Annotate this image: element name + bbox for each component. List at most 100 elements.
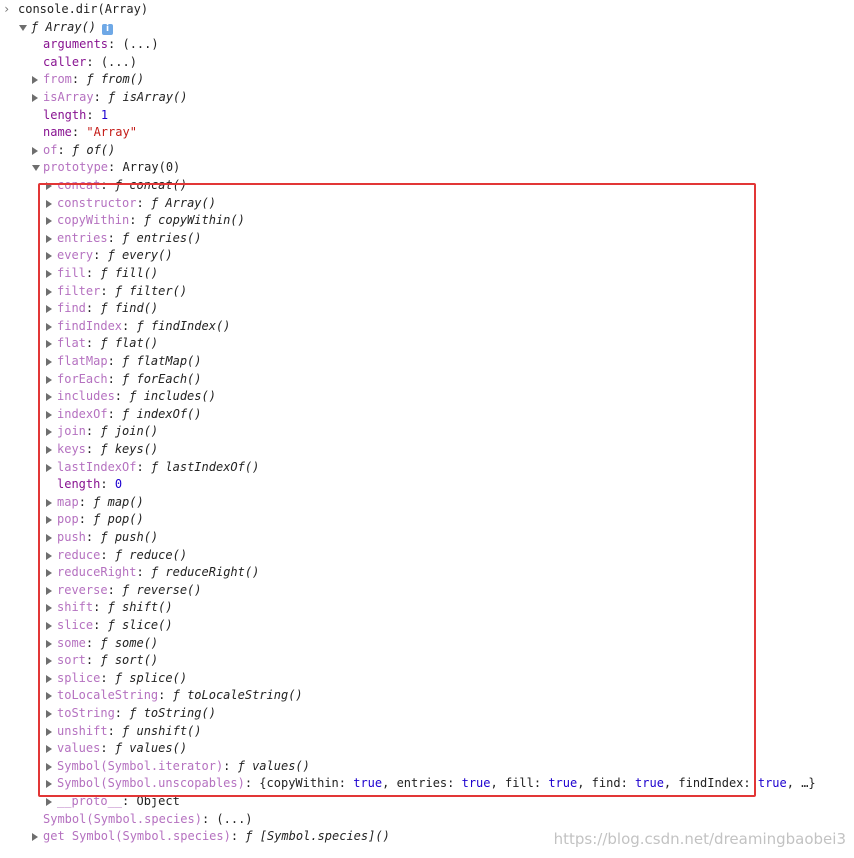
prototype-prop-includes-row[interactable]: includes: ƒ includes() (0, 388, 854, 406)
caret-right-icon[interactable] (32, 76, 38, 85)
top-prop-from-row[interactable]: from: ƒ from() (0, 71, 854, 89)
property-key: Symbol(Symbol.species) (43, 811, 202, 826)
caret-right-icon[interactable] (46, 393, 52, 402)
console-prompt-line: › console.dir(Array) (0, 1, 854, 19)
function-glyph: ƒ (93, 512, 108, 527)
caret-right-icon[interactable] (46, 604, 52, 613)
caret-right-icon[interactable] (46, 322, 52, 331)
prototype-prop-pop-row[interactable]: pop: ƒ pop() (0, 511, 854, 529)
prototype-prop-shift-row[interactable]: shift: ƒ shift() (0, 599, 854, 617)
function-glyph: ƒ (122, 371, 137, 386)
caret-right-icon[interactable] (46, 305, 52, 314)
prototype-prop-concat-row[interactable]: concat: ƒ concat() (0, 177, 854, 195)
prototype-prop-reduce-row[interactable]: reduce: ƒ reduce() (0, 547, 854, 565)
prototype-prop-reduceRight-content: reduceRight: ƒ reduceRight() (57, 564, 259, 582)
prototype-prop-slice-row[interactable]: slice: ƒ slice() (0, 617, 854, 635)
caret-right-icon[interactable] (46, 428, 52, 437)
prototype-prop-toLocaleString-row[interactable]: toLocaleString: ƒ toLocaleString() (0, 687, 854, 705)
object-preview-part: , entries: (382, 776, 462, 791)
caret-right-icon[interactable] (46, 463, 52, 472)
prototype-prop-forEach-row[interactable]: forEach: ƒ forEach() (0, 371, 854, 389)
caret-right-icon[interactable] (46, 358, 52, 366)
prototype-prop-reverse-row[interactable]: reverse: ƒ reverse() (0, 582, 854, 600)
prototype-prop-copyWithin-row[interactable]: copyWithin: ƒ copyWithin() (0, 212, 854, 230)
prototype-prop-every-row[interactable]: every: ƒ every() (0, 247, 854, 265)
top-prop-prototype-row[interactable]: prototype: Array(0) (0, 159, 854, 177)
prototype-prop-some-row[interactable]: some: ƒ some() (0, 635, 854, 653)
prototype-prop-constructor-row[interactable]: constructor: ƒ Array() (0, 195, 854, 213)
caret-right-icon[interactable] (46, 446, 52, 454)
property-key: push (57, 530, 86, 544)
tree-root-array[interactable]: ƒ Array() i (0, 19, 854, 37)
prototype-prop-filter-row[interactable]: filter: ƒ filter() (0, 283, 854, 301)
caret-right-icon[interactable] (46, 674, 52, 683)
top-prop-isArray-row[interactable]: isArray: ƒ isArray() (0, 89, 854, 107)
function-glyph: ƒ (93, 494, 108, 509)
prototype-prop-lastIndexOf-row[interactable]: lastIndexOf: ƒ lastIndexOf() (0, 459, 854, 477)
caret-right-icon[interactable] (46, 375, 52, 384)
prototype-prop-push-row[interactable]: push: ƒ push() (0, 529, 854, 547)
caret-right-icon[interactable] (32, 833, 38, 842)
prototype-prop-keys-row[interactable]: keys: ƒ keys() (0, 441, 854, 459)
caret-right-icon[interactable] (46, 234, 52, 243)
caret-right-icon[interactable] (46, 410, 52, 419)
caret-right-icon[interactable] (46, 534, 52, 542)
prototype-prop-join-row[interactable]: join: ƒ join() (0, 423, 854, 441)
caret-right-icon[interactable] (46, 727, 52, 736)
prototype-prop-reduceRight-row[interactable]: reduceRight: ƒ reduceRight() (0, 564, 854, 582)
object-preview-part: true (461, 776, 491, 791)
caret-right-icon[interactable] (46, 551, 52, 560)
prototype-prop---proto---row[interactable]: __proto__: Object (0, 793, 854, 811)
prototype-prop-find-row[interactable]: find: ƒ find() (0, 300, 854, 318)
caret-right-icon[interactable] (46, 710, 52, 718)
caret-right-icon[interactable] (46, 586, 52, 595)
caret-down-icon[interactable] (19, 24, 27, 31)
caret-right-icon[interactable] (46, 745, 52, 754)
prototype-prop-flatMap-row[interactable]: flatMap: ƒ flatMap() (0, 353, 854, 371)
caret-right-icon[interactable] (46, 692, 52, 701)
caret-right-icon[interactable] (46, 498, 52, 507)
top-prop-of-row[interactable]: of: ƒ of() (0, 142, 854, 160)
caret-right-icon[interactable] (46, 287, 52, 296)
caret-right-icon[interactable] (46, 252, 52, 261)
caret-right-icon[interactable] (46, 639, 52, 648)
caret-right-icon[interactable] (46, 798, 52, 806)
caret-right-icon[interactable] (46, 569, 52, 578)
caret-right-icon[interactable] (46, 270, 52, 278)
property-key: find (57, 301, 86, 316)
function-glyph: ƒ (100, 442, 115, 456)
info-icon[interactable]: i (102, 23, 114, 35)
caret-right-icon[interactable] (32, 94, 38, 102)
caret-right-icon[interactable] (46, 199, 52, 208)
caret-right-icon[interactable] (46, 657, 52, 666)
top-prop-length-content: length: 1 (43, 107, 108, 125)
prototype-prop-toString-row[interactable]: toString: ƒ toString() (0, 705, 854, 723)
caret-right-icon[interactable] (46, 516, 52, 525)
prototype-prop-Symbol-Symbol-unscopables--row[interactable]: Symbol(Symbol.unscopables): {copyWithin:… (0, 775, 854, 793)
prototype-prop-findIndex-row[interactable]: findIndex: ƒ findIndex() (0, 318, 854, 336)
property-value: forEach() (136, 371, 202, 386)
prototype-prop-Symbol-Symbol-iterator--row[interactable]: Symbol(Symbol.iterator): ƒ values() (0, 758, 854, 776)
prototype-prop-fill-row[interactable]: fill: ƒ fill() (0, 265, 854, 283)
prototype-prop-sort-row[interactable]: sort: ƒ sort() (0, 652, 854, 670)
function-glyph: ƒ (114, 741, 130, 756)
prototype-prop-flat-row[interactable]: flat: ƒ flat() (0, 335, 854, 353)
caret-right-icon[interactable] (46, 622, 52, 630)
caret-right-icon[interactable] (46, 762, 52, 771)
prototype-prop-unshift-row[interactable]: unshift: ƒ unshift() (0, 723, 854, 741)
prototype-prop-entries-row[interactable]: entries: ƒ entries() (0, 230, 854, 248)
prototype-prop-splice-row[interactable]: splice: ƒ splice() (0, 670, 854, 688)
caret-right-icon[interactable] (46, 780, 52, 789)
function-glyph: ƒ (114, 283, 130, 298)
caret-right-icon[interactable] (46, 217, 52, 226)
prototype-prop-values-row[interactable]: values: ƒ values() (0, 740, 854, 758)
object-preview-part: true (757, 776, 787, 791)
caret-down-icon[interactable] (32, 165, 40, 172)
caret-right-icon[interactable] (32, 146, 38, 155)
prototype-prop-map-row[interactable]: map: ƒ map() (0, 494, 854, 512)
caret-right-icon[interactable] (46, 340, 52, 349)
property-key: values (57, 741, 101, 756)
watermark: https://blog.csdn.net/dreamingbaobei3 (553, 830, 846, 848)
caret-right-icon[interactable] (46, 182, 52, 190)
prototype-prop-indexOf-row[interactable]: indexOf: ƒ indexOf() (0, 406, 854, 424)
